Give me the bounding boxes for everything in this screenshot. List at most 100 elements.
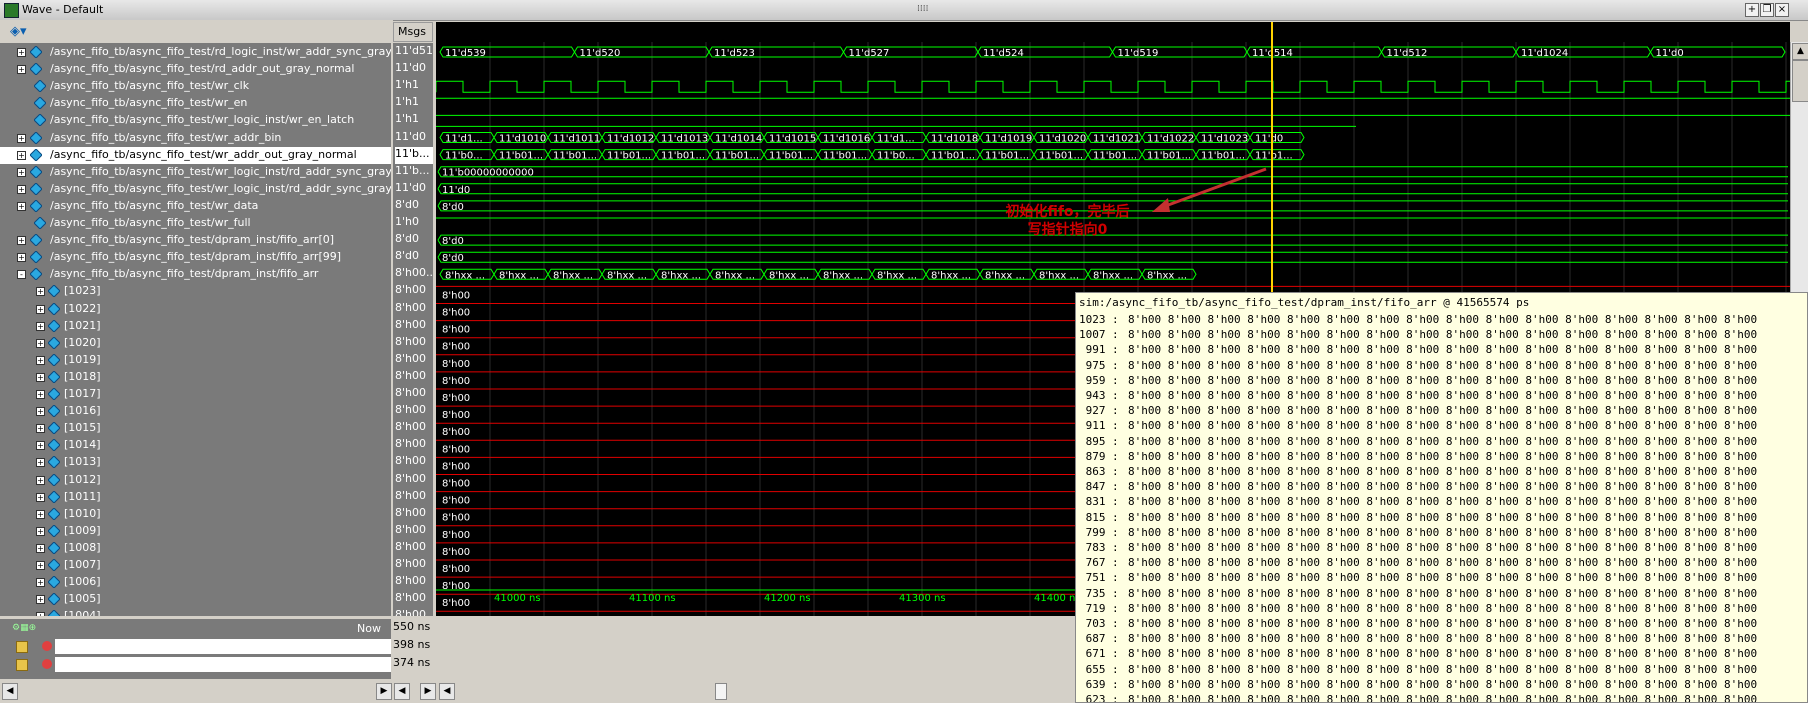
names-scroll-right[interactable]: ▶: [376, 683, 392, 700]
expand-icon[interactable]: +: [17, 167, 26, 177]
drag-grip[interactable]: ⁞⁞⁞⁞: [917, 4, 928, 14]
signal-row[interactable]: + /async_fifo_tb/async_fifo_test/dpram_in…: [0, 232, 391, 249]
signal-row[interactable]: + [1015]: [0, 420, 391, 437]
signal-row[interactable]: + [1022]: [0, 301, 391, 318]
signal-row[interactable]: + /async_fifo_tb/async_fifo_test/dpram_in…: [0, 249, 391, 266]
time-axis-label: 41300 ns: [899, 593, 946, 604]
signal-row[interactable]: + [1018]: [0, 369, 391, 386]
expand-icon[interactable]: +: [36, 458, 45, 468]
expand-icon[interactable]: +: [36, 287, 45, 297]
signal-row[interactable]: - /async_fifo_tb/async_fifo_test/dpram_in…: [0, 266, 391, 283]
signal-row[interactable]: + [1021]: [0, 318, 391, 335]
wave-menu-icon[interactable]: ◈▾: [10, 24, 28, 40]
signal-row[interactable]: + /async_fifo_tb/async_fifo_test/rd_logic…: [0, 44, 391, 61]
signal-name: /async_fifo_tb/async_fifo_test/wr_addr_o…: [50, 147, 357, 161]
expand-icon[interactable]: +: [36, 578, 45, 588]
signal-row[interactable]: /async_fifo_tb/async_fifo_test/wr_full: [0, 215, 391, 232]
signal-row[interactable]: /async_fifo_tb/async_fifo_test/wr_clk: [0, 78, 391, 95]
bus-value-label: 11'd512: [1387, 48, 1428, 59]
signal-row[interactable]: + [1009]: [0, 523, 391, 540]
signal-row[interactable]: /async_fifo_tb/async_fifo_test/wr_en: [0, 95, 391, 112]
expand-icon[interactable]: +: [36, 475, 45, 485]
cursor-row[interactable]: Cursor 2: [0, 638, 391, 656]
names-scroll-left[interactable]: ◀: [2, 683, 18, 700]
expand-icon[interactable]: +: [17, 236, 26, 246]
msgs-scroll-left[interactable]: ◀: [394, 683, 410, 700]
signal-row[interactable]: + [1005]: [0, 591, 391, 608]
signal-value: 8'h00: [395, 420, 426, 434]
expand-icon[interactable]: +: [36, 355, 45, 365]
tooltip-index: 831: [1079, 495, 1106, 509]
signal-row[interactable]: + /async_fifo_tb/async_fifo_test/wr_logic…: [0, 181, 391, 198]
expand-icon[interactable]: +: [36, 321, 45, 331]
expand-icon[interactable]: +: [17, 253, 26, 263]
expand-icon[interactable]: +: [36, 304, 45, 314]
signal-row[interactable]: + [1008]: [0, 540, 391, 557]
signal-row[interactable]: + [1010]: [0, 506, 391, 523]
signal-row[interactable]: + [1020]: [0, 335, 391, 352]
expand-icon[interactable]: +: [17, 184, 26, 194]
signal-value: 11'd0: [395, 129, 427, 143]
collapse-icon[interactable]: -: [17, 270, 26, 280]
restore-button[interactable]: ❐: [1760, 3, 1774, 17]
expand-icon[interactable]: +: [36, 424, 45, 434]
signal-row[interactable]: + [1004]: [0, 608, 391, 616]
signal-row[interactable]: + /async_fifo_tb/async_fifo_test/wr_addr_…: [0, 146, 391, 164]
msgs-scroll-right[interactable]: ▶: [420, 683, 436, 700]
signal-row[interactable]: + [1011]: [0, 489, 391, 506]
scroll-up-button[interactable]: ▲: [1792, 43, 1808, 60]
cursor-tools-icon[interactable]: ⚙▦⊕: [12, 623, 46, 633]
expand-icon[interactable]: +: [36, 407, 45, 417]
signal-row[interactable]: + [1006]: [0, 574, 391, 591]
scroll-thumb[interactable]: [1792, 60, 1808, 102]
expand-icon[interactable]: +: [17, 133, 26, 143]
expand-icon[interactable]: +: [36, 509, 45, 519]
wave-scroll-left[interactable]: ◀: [439, 683, 455, 700]
wave-scroll-thumb[interactable]: [715, 683, 727, 700]
expand-icon[interactable]: +: [36, 492, 45, 502]
minimize-button[interactable]: +: [1745, 3, 1759, 17]
expand-icon[interactable]: +: [17, 201, 26, 211]
expand-icon[interactable]: +: [36, 526, 45, 536]
expand-icon[interactable]: +: [17, 65, 26, 75]
cursor-lock-icon[interactable]: [16, 659, 28, 671]
expand-icon[interactable]: +: [36, 372, 45, 382]
signal-row[interactable]: + [1013]: [0, 454, 391, 471]
signal-row[interactable]: + [1012]: [0, 472, 391, 489]
signal-row[interactable]: + [1014]: [0, 437, 391, 454]
expand-icon[interactable]: +: [36, 441, 45, 451]
tooltip-sep: :: [1112, 693, 1126, 703]
tooltip-values: 8'h00 8'h00 8'h00 8'h00 8'h00 8'h00 8'h0…: [1128, 525, 1758, 539]
signal-names-panel[interactable]: + /async_fifo_tb/async_fifo_test/rd_logic…: [0, 43, 391, 616]
signal-name: [1013]: [64, 455, 101, 469]
bus-value-label: 8'hxx ...: [661, 270, 701, 281]
expand-icon[interactable]: +: [36, 612, 45, 616]
cursor-row[interactable]: Cursor 3: [0, 656, 391, 674]
cursor-lock-icon[interactable]: [16, 641, 28, 653]
signal-row[interactable]: + [1017]: [0, 386, 391, 403]
signal-row[interactable]: + /async_fifo_tb/async_fifo_test/wr_data: [0, 198, 391, 215]
expand-icon[interactable]: +: [36, 561, 45, 570]
signal-name: [1017]: [64, 387, 101, 400]
signal-row[interactable]: + /async_fifo_tb/async_fifo_test/wr_logic…: [0, 164, 391, 181]
close-button[interactable]: ×: [1775, 3, 1789, 17]
signal-row[interactable]: /async_fifo_tb/async_fifo_test/wr_logic_…: [0, 112, 391, 129]
signal-row[interactable]: + [1007]: [0, 557, 391, 574]
signal-row[interactable]: + [1023]: [0, 283, 391, 300]
cursor-row[interactable]: Now ⚙▦⊕: [0, 620, 391, 638]
expand-icon[interactable]: +: [36, 390, 45, 399]
cursor-delete-icon[interactable]: [42, 659, 52, 669]
expand-icon[interactable]: +: [36, 595, 45, 605]
expand-icon[interactable]: +: [36, 543, 45, 553]
signal-value: 8'h00: [395, 437, 426, 451]
expand-icon[interactable]: +: [17, 48, 26, 57]
bus-value-label: 8'hxx ...: [1039, 270, 1079, 281]
expand-icon[interactable]: +: [17, 150, 26, 160]
expand-icon[interactable]: +: [36, 338, 45, 348]
cursor-delete-icon[interactable]: [42, 641, 52, 651]
signal-row[interactable]: + [1016]: [0, 403, 391, 420]
signal-row[interactable]: + /async_fifo_tb/async_fifo_test/rd_addr_…: [0, 61, 391, 78]
signal-row[interactable]: + [1019]: [0, 352, 391, 369]
signal-values-panel[interactable]: 11'd514 11'd0 1'h1 1'h1 1'h1 11'd0 11'b...11'b…: [393, 43, 433, 616]
signal-row[interactable]: + /async_fifo_tb/async_fifo_test/wr_addr_…: [0, 130, 391, 147]
